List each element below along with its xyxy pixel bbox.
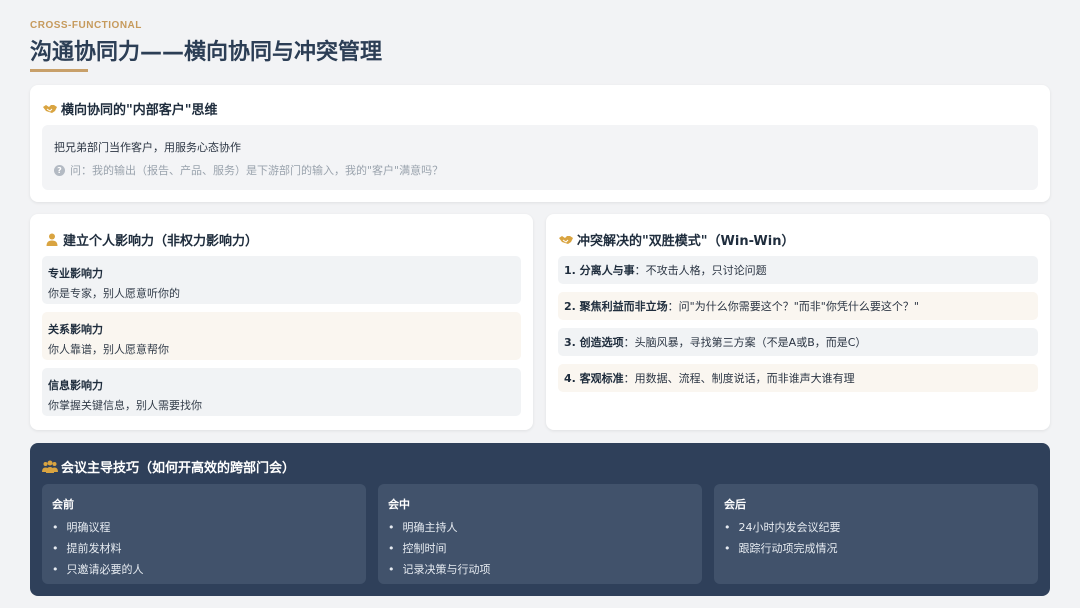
influence-card: 建立个人影响力（非权力影响力） 专业影响力 你是专家，别人愿意听你的 关系影响力… — [30, 214, 533, 430]
person-icon — [44, 233, 60, 247]
meeting-column-heading: 会前 — [52, 498, 74, 511]
influence-item-desc: 你是专家，别人愿意听你的 — [48, 287, 180, 300]
people-group-icon — [42, 460, 58, 474]
eyebrow-label: CROSS-FUNCTIONAL — [30, 20, 142, 31]
internal-customer-box: 把兄弟部门当作客户，用服务心态协作 ? 问：我的输出（报告、产品、服务）是下游部… — [42, 125, 1038, 190]
meeting-header: 会议主导技巧（如何开高效的跨部门会） — [42, 457, 295, 476]
list-item: 只邀请必要的人 — [52, 559, 144, 580]
win-win-step: 1. 分离人与事 ：不攻击人格，只讨论问题 — [558, 256, 1038, 284]
win-win-title: 冲突解决的"双胜模式"（Win-Win） — [577, 234, 795, 249]
win-win-card: 冲突解决的"双胜模式"（Win-Win） 1. 分离人与事 ：不攻击人格，只讨论问… — [546, 214, 1050, 430]
info-icon: ? — [54, 164, 65, 176]
influence-item: 信息影响力 你掌握关键信息，别人需要找你 — [42, 368, 521, 416]
meeting-column-heading: 会后 — [724, 498, 746, 511]
influence-item-heading: 信息影响力 — [48, 379, 103, 392]
title-underline — [30, 69, 88, 72]
win-win-step-text: ：用数据、流程、制度说话，而非谁声大谁有理 — [623, 372, 855, 385]
meeting-column-list: 24小时内发会议纪要 跟踪行动项完成情况 — [724, 517, 841, 559]
meeting-card: 会议主导技巧（如何开高效的跨部门会） 会前 明确议程 提前发材料 只邀请必要的人… — [30, 443, 1050, 596]
win-win-step-label: 4. 客观标准 — [564, 372, 624, 385]
list-item: 明确议程 — [52, 517, 144, 538]
influence-item-desc: 你掌握关键信息，别人需要找你 — [48, 399, 202, 412]
influence-item-heading: 关系影响力 — [48, 323, 103, 336]
meeting-column-during: 会中 明确主持人 控制时间 记录决策与行动项 — [378, 484, 702, 584]
meeting-column-before: 会前 明确议程 提前发材料 只邀请必要的人 — [42, 484, 366, 584]
win-win-step-label: 1. 分离人与事 — [564, 264, 635, 277]
win-win-step-text: ：头脑风暴，寻找第三方案（不是A或B，而是C） — [623, 336, 867, 349]
win-win-step-label: 3. 创造选项 — [564, 336, 624, 349]
internal-customer-card: 横向协同的"内部客户"思维 把兄弟部门当作客户，用服务心态协作 ? 问：我的输出… — [30, 85, 1050, 202]
list-item: 跟踪行动项完成情况 — [724, 538, 841, 559]
list-item: 控制时间 — [388, 538, 491, 559]
list-item: 明确主持人 — [388, 517, 491, 538]
internal-customer-question: 问：我的输出（报告、产品、服务）是下游部门的输入，我的"客户"满意吗？ — [70, 164, 444, 177]
meeting-column-after: 会后 24小时内发会议纪要 跟踪行动项完成情况 — [714, 484, 1038, 584]
page-title: 沟通协同力——横向协同与冲突管理 — [30, 40, 383, 65]
influence-title: 建立个人影响力（非权力影响力） — [63, 234, 259, 249]
meeting-column-list: 明确议程 提前发材料 只邀请必要的人 — [52, 517, 144, 580]
internal-customer-title: 横向协同的"内部客户"思维 — [61, 103, 218, 118]
meeting-title: 会议主导技巧（如何开高效的跨部门会） — [61, 461, 296, 476]
list-item: 记录决策与行动项 — [388, 559, 491, 580]
win-win-step-text: ：问"为什么你需要这个？"而非"你凭什么要这个？" — [667, 300, 919, 313]
win-win-step: 4. 客观标准 ：用数据、流程、制度说话，而非谁声大谁有理 — [558, 364, 1038, 392]
meeting-column-list: 明确主持人 控制时间 记录决策与行动项 — [388, 517, 491, 580]
internal-customer-header: 横向协同的"内部客户"思维 — [42, 99, 218, 118]
win-win-step: 2. 聚焦利益而非立场 ：问"为什么你需要这个？"而非"你凭什么要这个？" — [558, 292, 1038, 320]
list-item: 24小时内发会议纪要 — [724, 517, 841, 538]
influence-item: 关系影响力 你人靠谱，别人愿意帮你 — [42, 312, 521, 360]
influence-item: 专业影响力 你是专家，别人愿意听你的 — [42, 256, 521, 304]
win-win-step-text: ：不攻击人格，只讨论问题 — [634, 264, 767, 277]
handshake-icon — [42, 102, 58, 116]
handshake-icon — [558, 233, 574, 247]
meeting-column-heading: 会中 — [388, 498, 410, 511]
influence-item-desc: 你人靠谱，别人愿意帮你 — [48, 343, 169, 356]
influence-header: 建立个人影响力（非权力影响力） — [44, 230, 258, 249]
internal-customer-statement: 把兄弟部门当作客户，用服务心态协作 — [54, 141, 241, 154]
internal-customer-question-row: ? 问：我的输出（报告、产品、服务）是下游部门的输入，我的"客户"满意吗？ — [54, 162, 443, 178]
influence-item-heading: 专业影响力 — [48, 267, 103, 280]
win-win-header: 冲突解决的"双胜模式"（Win-Win） — [558, 230, 794, 249]
win-win-step: 3. 创造选项 ：头脑风暴，寻找第三方案（不是A或B，而是C） — [558, 328, 1038, 356]
list-item: 提前发材料 — [52, 538, 144, 559]
win-win-step-label: 2. 聚焦利益而非立场 — [564, 300, 668, 313]
